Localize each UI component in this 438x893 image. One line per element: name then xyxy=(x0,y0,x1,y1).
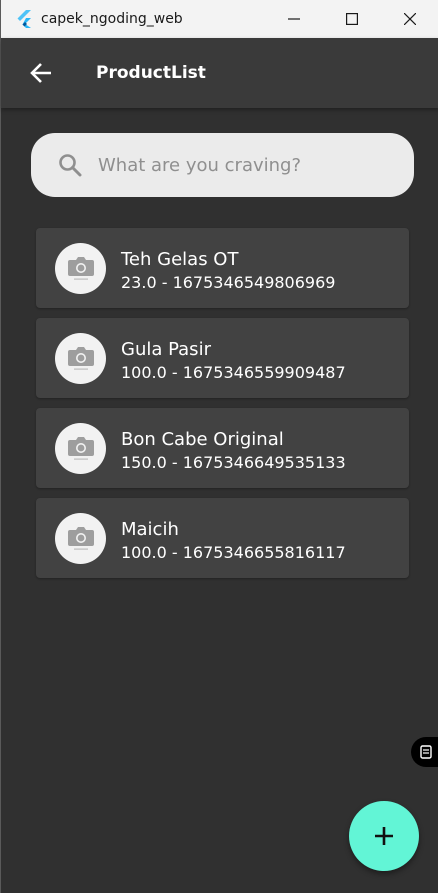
product-name: Gula Pasir xyxy=(121,339,211,360)
maximize-button[interactable] xyxy=(323,0,381,38)
product-name: Teh Gelas OT xyxy=(121,249,239,270)
add-product-button[interactable] xyxy=(349,801,419,871)
list-item[interactable]: Bon Cabe Original 150.0 - 16753466495351… xyxy=(36,408,409,488)
list-item[interactable]: Gula Pasir 100.0 - 1675346559909487 xyxy=(36,318,409,398)
search-bar[interactable] xyxy=(31,133,414,197)
minimize-icon xyxy=(288,18,300,20)
app-bar: ProductList xyxy=(1,38,438,108)
minimize-button[interactable] xyxy=(265,0,323,38)
app-window: capek_ngoding_web ProductList What are y… xyxy=(0,0,438,893)
product-name: Maicih xyxy=(121,519,179,540)
back-button[interactable] xyxy=(17,49,65,97)
avatar xyxy=(55,243,106,294)
debug-badge[interactable] xyxy=(411,737,438,767)
close-icon xyxy=(404,13,416,25)
camera-icon xyxy=(67,526,94,550)
search-input[interactable] xyxy=(96,153,390,177)
avatar xyxy=(55,333,106,384)
flutter-icon xyxy=(13,8,35,30)
product-subtitle: 23.0 - 1675346549806969 xyxy=(121,273,336,292)
page-title: ProductList xyxy=(96,63,206,83)
close-button[interactable] xyxy=(381,0,438,38)
avatar xyxy=(55,513,106,564)
product-subtitle: 150.0 - 1675346649535133 xyxy=(121,453,346,472)
list-item[interactable]: Maicih 100.0 - 1675346655816117 xyxy=(36,498,409,578)
product-name: Bon Cabe Original xyxy=(121,429,284,450)
camera-icon xyxy=(67,346,94,370)
avatar xyxy=(55,423,106,474)
arrow-left-icon xyxy=(30,63,51,83)
window-controls xyxy=(265,0,438,38)
product-subtitle: 100.0 - 1675346559909487 xyxy=(121,363,346,382)
list-item[interactable]: Teh Gelas OT 23.0 - 1675346549806969 xyxy=(36,228,409,308)
window-title: capek_ngoding_web xyxy=(41,11,183,27)
camera-icon xyxy=(67,436,94,460)
product-list: Teh Gelas OT 23.0 - 1675346549806969 Gul… xyxy=(36,228,409,588)
search-icon xyxy=(57,152,83,178)
product-subtitle: 100.0 - 1675346655816117 xyxy=(121,543,346,562)
plus-icon xyxy=(375,827,393,845)
device-icon xyxy=(420,745,432,759)
maximize-icon xyxy=(346,13,358,25)
camera-icon xyxy=(67,256,94,280)
title-bar: capek_ngoding_web xyxy=(1,0,438,38)
